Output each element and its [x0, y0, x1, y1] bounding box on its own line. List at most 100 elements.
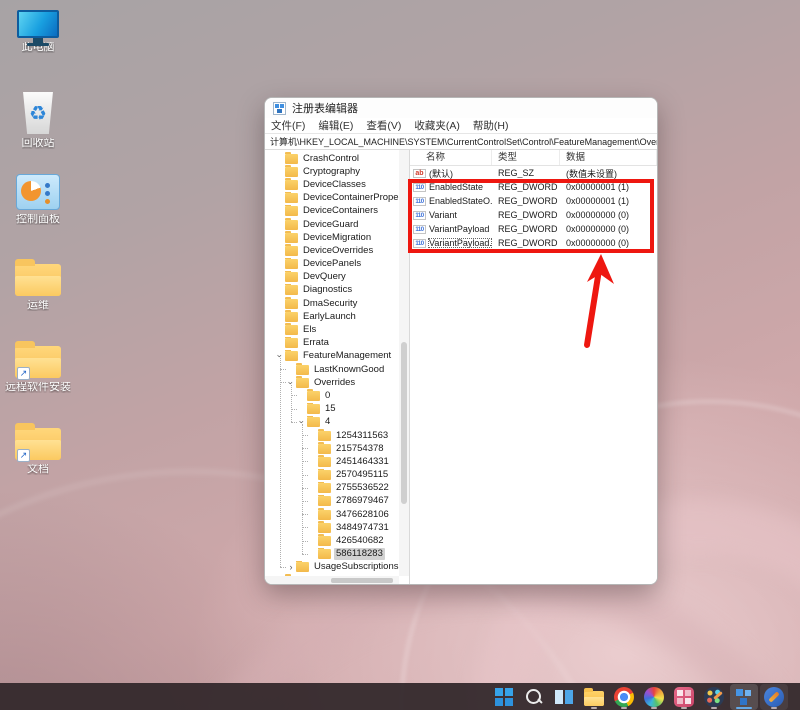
folder-icon: [285, 191, 298, 204]
value-name: EnabledState: [429, 182, 484, 192]
taskbar-file-explorer-button[interactable]: [580, 684, 608, 710]
folder-icon: [318, 494, 331, 507]
folder-icon: [285, 165, 298, 177]
tree-item-DevicePanels[interactable]: DevicePanels: [265, 257, 399, 271]
tree-item-Errata[interactable]: Errata: [265, 336, 399, 350]
column-header-1[interactable]: 类型: [492, 150, 560, 165]
tree-item-Diagnostics[interactable]: Diagnostics: [265, 283, 399, 297]
folder-icon: [296, 560, 309, 573]
tree-item-0[interactable]: 0: [265, 389, 399, 402]
desktop-icon-folder-remote[interactable]: ↗ 远程软件安装: [4, 338, 72, 408]
tree-item-DeviceMigration[interactable]: DeviceMigration: [265, 231, 399, 244]
tree-item-EarlyLaunch[interactable]: EarlyLaunch: [265, 310, 399, 323]
taskbar-task-view-button[interactable]: [550, 684, 578, 710]
value-name: EnabledStateO...: [429, 196, 492, 206]
folder-icon: [318, 442, 331, 454]
value-row-VariantPayload...[interactable]: 110 VariantPayload... REG_DWORD 0x000000…: [410, 236, 657, 250]
file-explorer-icon: [584, 687, 604, 706]
value-row-EnabledState[interactable]: 110 EnabledState REG_DWORD 0x00000001 (1…: [410, 180, 657, 194]
value-type: REG_DWORD: [498, 182, 558, 192]
address-bar[interactable]: 计算机\HKEY_LOCAL_MACHINE\SYSTEM\CurrentCon…: [265, 133, 657, 150]
registry-editor-window: 注册表编辑器 文件(F) 编辑(E) 查看(V) 收藏夹(A) 帮助(H) 计算机\HK…: [264, 97, 658, 585]
desktop-icon-this-pc[interactable]: 此电脑: [4, 10, 72, 80]
tree-item-215754378[interactable]: 215754378: [265, 442, 399, 455]
menu-item-0[interactable]: 文件(F): [271, 118, 305, 133]
value-data: (数值未设置): [566, 168, 617, 179]
tree-item-DeviceGuard[interactable]: DeviceGuard: [265, 217, 399, 231]
tree-item-2786979467[interactable]: 2786979467: [265, 494, 399, 508]
start-icon: [494, 686, 514, 707]
title-bar[interactable]: 注册表编辑器: [265, 98, 657, 118]
taskbar-pink-app-button[interactable]: [670, 684, 698, 710]
menu-item-4[interactable]: 帮助(H): [473, 118, 509, 133]
tree-item-DeviceClasses[interactable]: DeviceClasses: [265, 178, 399, 191]
tree-item-DeviceContainers[interactable]: DeviceContainers: [265, 204, 399, 218]
photos-app-icon: [674, 686, 694, 707]
taskbar-start-button[interactable]: [490, 684, 518, 710]
desktop-icon-folder-ops[interactable]: 运维: [4, 256, 72, 326]
value-type: REG_SZ: [498, 168, 535, 178]
taskbar-paint-app-button[interactable]: [700, 684, 728, 710]
tree-item-FeatureManagement[interactable]: › FeatureManagement: [265, 349, 399, 363]
tree-item-label: 215754378: [336, 442, 384, 454]
taskbar-chrome-button[interactable]: [610, 684, 638, 710]
tree-item-LastKnownGood[interactable]: LastKnownGood: [265, 363, 399, 376]
folder-icon: [285, 231, 298, 243]
value-name: VariantPayload: [429, 224, 490, 234]
tree-item-label: 3484974731: [336, 521, 389, 533]
desktop-icon-folder-docs[interactable]: ↗ 文档: [4, 420, 72, 490]
tree-item-Els[interactable]: Els: [265, 323, 399, 336]
menu-item-1[interactable]: 编辑(E): [318, 118, 353, 133]
tree-item-DeviceContainerPropertyUpda[interactable]: DeviceContainerPropertyUpda: [265, 191, 399, 205]
tree-item-UsageSubscriptions[interactable]: › UsageSubscriptions: [265, 560, 399, 574]
tree-item-DevQuery[interactable]: DevQuery: [265, 270, 399, 284]
column-header-0[interactable]: 名称: [410, 150, 492, 165]
tree-item-426540682[interactable]: 426540682: [265, 534, 399, 547]
value-row-(默认)[interactable]: ab (默认) REG_SZ (数值未设置): [410, 166, 657, 180]
tree-item-label: DeviceContainers: [303, 205, 378, 217]
folder-icon: [285, 323, 298, 336]
menu-item-3[interactable]: 收藏夹(A): [414, 118, 460, 133]
value-row-Variant[interactable]: 110 Variant REG_DWORD 0x00000000 (0): [410, 208, 657, 222]
desktop-icon-recycle-bin[interactable]: ♻ 回收站: [4, 92, 72, 162]
tree-item-2570495115[interactable]: 2570495115: [265, 468, 399, 482]
tree-item-586118283[interactable]: 586118283: [265, 547, 399, 561]
chevron-icon[interactable]: ›: [287, 563, 295, 572]
tree-item-DmaSecurity[interactable]: DmaSecurity: [265, 297, 399, 310]
value-name: Variant: [429, 210, 457, 220]
taskbar-round-app-button[interactable]: [760, 683, 788, 710]
window-title: 注册表编辑器: [292, 103, 358, 115]
tree-item-3476628106[interactable]: 3476628106: [265, 508, 399, 521]
value-data: 0x00000001 (1): [566, 196, 630, 206]
scrollbar-thumb[interactable]: [401, 341, 407, 504]
tree-item-15[interactable]: 15: [265, 402, 399, 416]
tree-item-3484974731[interactable]: 3484974731: [265, 521, 399, 534]
tree-item-Cryptography[interactable]: Cryptography: [265, 165, 399, 178]
folder-icon: [318, 521, 331, 533]
taskbar-search-button[interactable]: [520, 684, 548, 710]
value-list: ab (默认) REG_SZ (数值未设置) 110 EnabledState …: [410, 166, 657, 250]
tree-horizontal-scrollbar[interactable]: [265, 576, 399, 584]
taskbar-registry-editor-button[interactable]: [730, 683, 758, 710]
scrollbar-thumb[interactable]: [331, 578, 393, 583]
desktop-icon-control-panel[interactable]: 控制面板: [4, 174, 72, 244]
tree-item-4[interactable]: › 4: [265, 415, 399, 429]
tree-item-label: 2755536522: [336, 482, 389, 494]
folder-icon: [318, 428, 331, 441]
tree-item-2755536522[interactable]: 2755536522: [265, 481, 399, 495]
column-header-2[interactable]: 数据: [560, 150, 657, 165]
tree-item-DeviceOverrides[interactable]: DeviceOverrides: [265, 244, 399, 257]
running-indicator: [771, 706, 777, 709]
tree-item-2451464331[interactable]: 2451464331: [265, 455, 399, 468]
value-row-EnabledStateO...[interactable]: 110 EnabledStateO... REG_DWORD 0x0000000…: [410, 194, 657, 208]
tree-item-CrashControl[interactable]: CrashControl: [265, 152, 399, 165]
taskbar-color-browser-button[interactable]: [640, 684, 668, 710]
tree-vertical-scrollbar[interactable]: [399, 150, 409, 576]
tree-item-label: UsageSubscriptions: [314, 561, 399, 573]
tree-item-1254311563[interactable]: 1254311563: [265, 428, 399, 442]
folder-icon: [285, 283, 298, 296]
value-type: REG_DWORD: [498, 210, 558, 220]
tree-item-Overrides[interactable]: › Overrides: [265, 376, 399, 389]
value-row-VariantPayload[interactable]: 110 VariantPayload REG_DWORD 0x00000000 …: [410, 222, 657, 236]
menu-item-2[interactable]: 查看(V): [366, 118, 401, 133]
